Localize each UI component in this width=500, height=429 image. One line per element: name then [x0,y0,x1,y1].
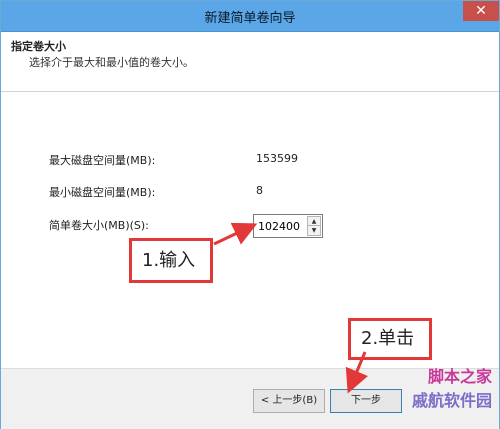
close-button[interactable]: ✕ [463,1,499,21]
annotation-step1: 1.输入 [129,238,213,283]
watermark-line1: 脚本之家 [427,367,492,386]
volume-size-input[interactable] [256,218,310,234]
annotation-step2: 2.单击 [348,318,432,360]
title-bar: 新建简单卷向导 ✕ [1,1,499,32]
down-arrow-icon: ▼ [311,227,317,234]
watermark: 脚本之家 戚航软件园 [382,363,492,415]
min-space-value: 8 [256,184,263,197]
spin-down-button[interactable]: ▼ [307,225,321,236]
volume-size-stepper[interactable]: ▲ ▼ [253,214,323,238]
up-arrow-icon: ▲ [311,218,317,225]
max-space-value: 153599 [256,152,298,165]
wizard-header: 指定卷大小 选择介于最大和最小值的卷大小。 [1,32,499,92]
back-button[interactable]: < 上一步(B) [253,389,325,413]
window-title: 新建简单卷向导 [204,11,296,26]
watermark-line2: 戚航软件园 [411,391,492,410]
max-space-label: 最大磁盘空间量(MB): [49,154,156,167]
header-title: 指定卷大小 [11,40,66,53]
header-subtitle: 选择介于最大和最小值的卷大小。 [29,56,194,69]
min-space-label: 最小磁盘空间量(MB): [49,186,156,199]
volume-size-label: 简单卷大小(MB)(S): [49,219,149,232]
